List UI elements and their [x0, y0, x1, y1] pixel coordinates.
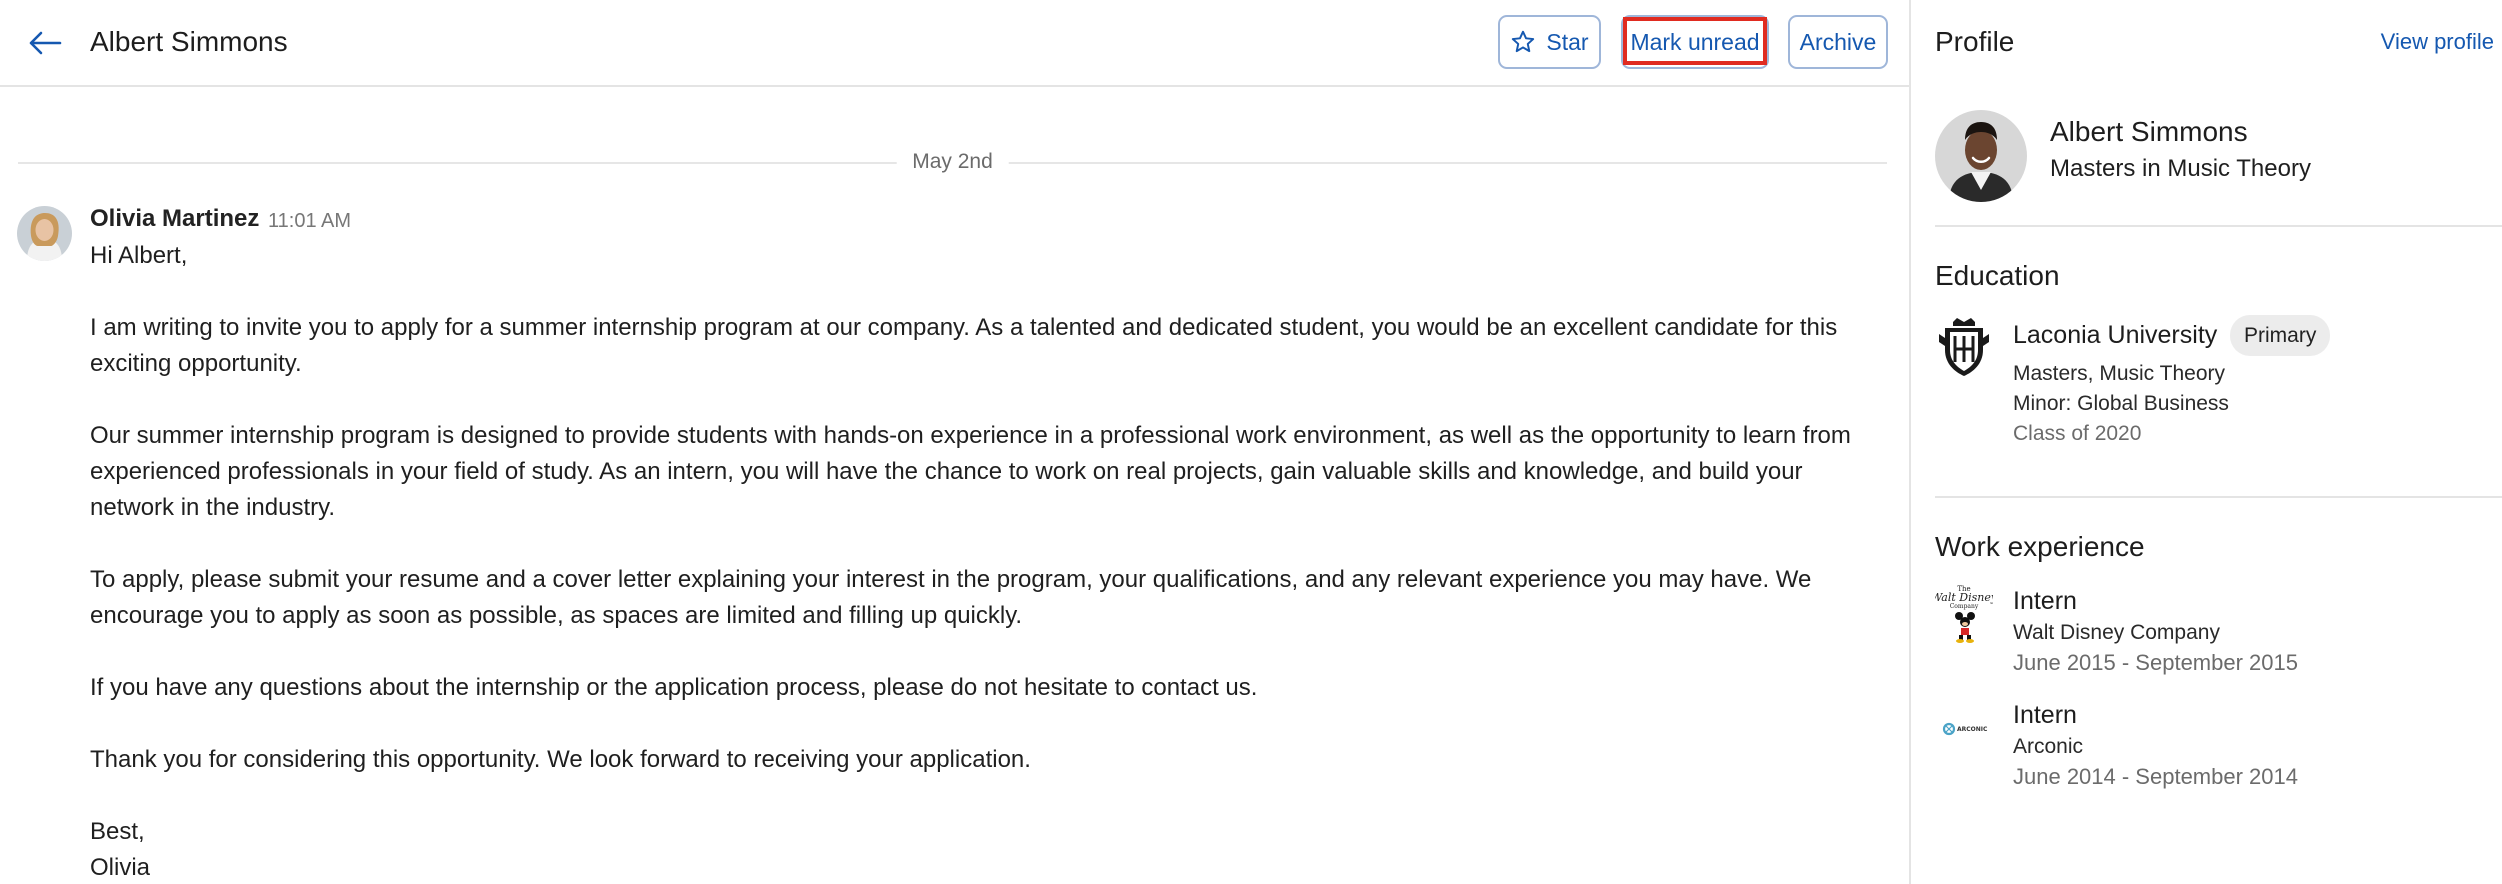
message-paragraph: Our summer internship program is designe…	[90, 422, 1851, 521]
message-paragraph: To apply, please submit your resume and …	[90, 566, 1812, 629]
message-paragraph: Thank you for considering this opportuni…	[90, 746, 1031, 773]
mark-unread-label: Mark unread	[1630, 28, 1760, 55]
job-dates: June 2014 - September 2014	[2013, 764, 2298, 789]
sender-avatar[interactable]	[17, 206, 72, 261]
arrow-left-icon	[29, 31, 62, 55]
star-button-label: Star	[1546, 28, 1589, 55]
education-heading: Education	[1935, 260, 2060, 291]
sender-name[interactable]: Olivia Martinez	[90, 204, 259, 234]
divider	[1935, 496, 2502, 498]
profile-headline: Masters in Music Theory	[2050, 155, 2311, 182]
archive-button-label: Archive	[1799, 28, 1877, 55]
star-button[interactable]: Star	[1498, 15, 1601, 69]
conversation-title: Albert Simmons	[90, 26, 288, 57]
profile-panel-title: Profile	[1935, 26, 2015, 57]
svg-text:ARCONIC: ARCONIC	[1957, 726, 1988, 733]
university-name: Laconia University	[2013, 321, 2218, 349]
job-company: Arconic	[2013, 735, 2084, 758]
date-label: May 2nd	[896, 148, 1009, 176]
date-separator: May 2nd	[18, 148, 1887, 176]
education-program: Masters, Music Theory	[2013, 362, 2225, 385]
job-company: Walt Disney Company	[2013, 621, 2220, 644]
message-body: Hi Albert, I am writing to invite you to…	[90, 238, 1890, 884]
job-dates: June 2015 - September 2015	[2013, 650, 2298, 675]
message-paragraph: Best,	[90, 818, 145, 845]
profile-avatar	[1935, 110, 2027, 202]
education-minor: Minor: Global Business	[2013, 392, 2229, 415]
university-crest-icon	[1935, 316, 1993, 378]
archive-button[interactable]: Archive	[1788, 15, 1888, 69]
mark-unread-button[interactable]: Mark unread	[1621, 15, 1769, 69]
divider	[1935, 225, 2502, 227]
svg-text:Company: Company	[1950, 603, 1979, 610]
job-title: Intern	[2013, 701, 2077, 729]
education-class-year: Class of 2020	[2013, 422, 2142, 445]
message-timestamp: 11:01 AM	[268, 210, 352, 232]
arconic-logo-icon: ARCONIC	[1935, 698, 1993, 760]
disney-logo-icon: The Walt Disney Company	[1935, 582, 1993, 644]
profile-name: Albert Simmons	[2050, 116, 2248, 147]
message-paragraph: Hi Albert,	[90, 242, 188, 269]
work-experience-heading: Work experience	[1935, 531, 2145, 562]
profile-panel: Profile View profile Albert Simmons Mast…	[1913, 0, 2502, 884]
star-icon	[1510, 29, 1536, 55]
message-header: Albert Simmons Star Mark unread Archive	[0, 0, 1911, 87]
job-title: Intern	[2013, 587, 2077, 615]
back-button[interactable]	[24, 22, 66, 64]
message-paragraph: If you have any questions about the inte…	[90, 674, 1258, 701]
primary-badge: Primary	[2230, 315, 2331, 356]
message-paragraph: I am writing to invite you to apply for …	[90, 314, 1838, 377]
message-paragraph: Olivia	[90, 854, 151, 881]
view-profile-link[interactable]: View profile	[2381, 27, 2494, 57]
message-pane: Albert Simmons Star Mark unread Archive …	[0, 0, 1911, 884]
